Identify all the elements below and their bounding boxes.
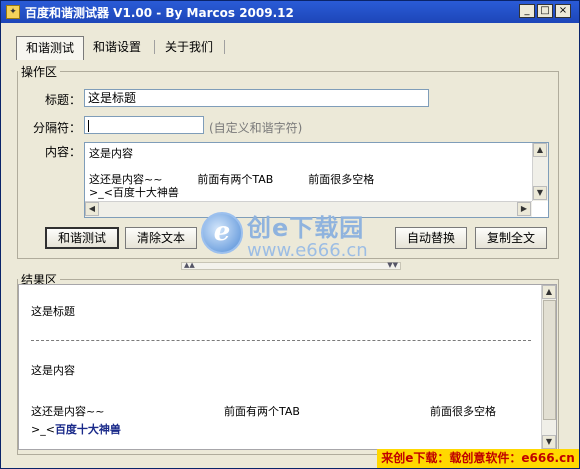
panel-splitter[interactable]: ▲▲ ▼▼	[181, 261, 401, 270]
content-label: 内容：	[44, 145, 81, 159]
result-content-line: 这是内容	[31, 364, 75, 377]
scroll-down-icon[interactable]: ▼	[542, 435, 556, 449]
footer-banner: 来创e下载：载创意软件：e666.cn	[377, 449, 579, 468]
scroll-up-icon[interactable]: ▲	[533, 143, 547, 157]
result-line-2b: 前面有两个TAB	[224, 405, 300, 418]
result-divider	[31, 340, 531, 341]
title-input[interactable]: 这是标题	[84, 89, 429, 107]
auto-replace-button[interactable]: 自动替换	[395, 227, 467, 249]
tab-separator	[224, 40, 225, 54]
text-cursor	[88, 119, 89, 132]
copy-all-button[interactable]: 复制全文	[475, 227, 547, 249]
tab-about-us[interactable]: 关于我们	[156, 36, 222, 58]
tab-separator	[154, 40, 155, 54]
tab-harmony-test[interactable]: 和谐测试	[16, 36, 85, 60]
result-line-3-prefix: >_<	[31, 423, 55, 436]
content-line: 这是内容	[89, 147, 133, 160]
content-line: >_<百度十大神兽	[89, 186, 179, 199]
separator-hint: (自定义和谐字符)	[209, 121, 303, 135]
result-line-3: >_<百度十大神兽	[31, 421, 121, 437]
scroll-thumb[interactable]	[543, 300, 556, 420]
result-title-line: 这是标题	[31, 305, 75, 318]
scroll-up-icon[interactable]: ▲	[542, 285, 556, 299]
scroll-left-icon[interactable]: ◀	[85, 202, 99, 216]
title-bar[interactable]: ✦ 百度和谐测试器 V1.00 - By Marcos 2009.12 _ □ …	[1, 1, 579, 23]
maximize-button[interactable]: □	[537, 4, 553, 18]
scroll-right-icon[interactable]: ▶	[517, 202, 531, 216]
result-vertical-scrollbar[interactable]: ▲ ▼	[541, 285, 556, 449]
app-icon: ✦	[6, 5, 20, 19]
result-line-2c: 前面很多空格	[430, 405, 496, 418]
e-logo-icon: e	[201, 212, 243, 254]
content-vertical-scrollbar[interactable]: ▲ ▼	[532, 143, 548, 201]
result-line-3-bold: 百度十大神兽	[54, 423, 121, 436]
scroll-down-icon[interactable]: ▼	[533, 186, 547, 200]
result-line-2a: 这还是内容~~	[31, 405, 105, 418]
window-title: 百度和谐测试器 V1.00 - By Marcos 2009.12	[25, 6, 294, 20]
watermark-brand: 创e下载园	[247, 214, 365, 242]
operation-legend: 操作区	[21, 65, 58, 79]
harmony-test-button[interactable]: 和谐测试	[45, 227, 119, 249]
title-label: 标题：	[44, 93, 81, 107]
separator-label: 分隔符：	[32, 121, 81, 135]
result-output[interactable]: 这是标题 这是内容 这还是内容~~ 前面有两个TAB 前面很多空格 >_<百度十…	[18, 284, 557, 450]
splitter-down-icon: ▼▼	[387, 261, 398, 269]
watermark-url: www.e666.cn	[247, 240, 368, 261]
close-button[interactable]: ×	[555, 4, 571, 18]
app-window: ✦ 百度和谐测试器 V1.00 - By Marcos 2009.12 _ □ …	[0, 0, 580, 469]
clear-text-button[interactable]: 清除文本	[125, 227, 197, 249]
separator-input[interactable]	[84, 116, 204, 134]
minimize-button[interactable]: _	[519, 4, 535, 18]
tab-harmony-settings[interactable]: 和谐设置	[84, 36, 150, 58]
splitter-up-icon: ▲▲	[184, 261, 195, 269]
